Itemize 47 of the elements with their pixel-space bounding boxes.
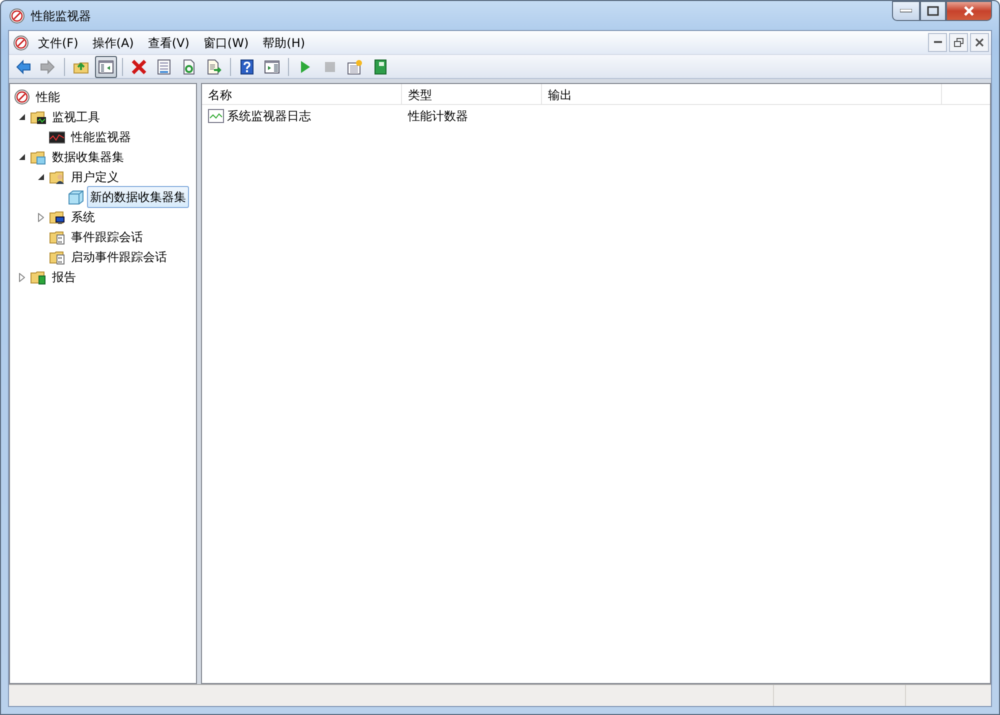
tree-item[interactable]: 用户定义 — [68, 166, 122, 188]
maximize-button[interactable] — [920, 1, 946, 21]
close-button[interactable] — [946, 1, 992, 21]
tree-item[interactable]: 系统 — [68, 206, 98, 228]
cube-icon — [68, 189, 84, 205]
tree-item[interactable]: 性能 — [33, 86, 63, 108]
tree-item[interactable]: 事件跟踪会话 — [68, 226, 146, 248]
tree-item[interactable]: 报告 — [49, 266, 79, 288]
tree-item[interactable]: 启动事件跟踪会话 — [68, 246, 170, 268]
window-title: 性能监视器 — [31, 8, 91, 24]
folder-user-icon — [49, 169, 65, 185]
restore-icon — [954, 38, 964, 48]
column-header[interactable]: 类型 — [402, 84, 542, 104]
close-button[interactable] — [970, 33, 989, 52]
line-chart-icon — [49, 129, 65, 145]
table-cell[interactable]: 系统监视器日志 — [227, 107, 311, 125]
maximize-icon — [927, 6, 939, 16]
minimize-button[interactable] — [892, 1, 920, 21]
column-header[interactable]: 输出 — [542, 84, 942, 104]
folder-document-icon — [49, 229, 65, 245]
folder-cube-icon — [30, 149, 46, 165]
restore-button[interactable] — [949, 33, 968, 52]
menu-item[interactable]: 文件(F) — [31, 32, 86, 54]
menu-item[interactable]: 查看(V) — [140, 32, 196, 54]
minimize-icon — [900, 9, 912, 13]
menu-item[interactable]: 窗口(W) — [196, 32, 256, 54]
menu-item[interactable]: 帮助(H) — [256, 32, 312, 54]
close-icon — [963, 6, 975, 16]
close-icon — [975, 38, 984, 47]
tree-item[interactable]: 性能监视器 — [68, 126, 134, 148]
column-header[interactable]: 名称 — [202, 84, 402, 104]
folder-chart-icon — [30, 109, 46, 125]
tree-item[interactable]: 监视工具 — [49, 106, 103, 128]
table-cell-text: 性能计数器 — [408, 108, 468, 125]
minimize-button[interactable] — [928, 33, 947, 52]
gauge-icon — [9, 8, 25, 24]
gauge-icon[interactable] — [13, 34, 29, 50]
menu-item[interactable]: 操作(A) — [85, 32, 141, 54]
folder-report-icon — [30, 269, 46, 285]
minimize-icon — [934, 41, 942, 44]
folder-computer-icon — [49, 209, 65, 225]
folder-document-icon — [49, 249, 65, 265]
chart-log-icon — [208, 109, 224, 123]
gauge-icon — [14, 89, 30, 105]
console-tree-icon[interactable] — [95, 56, 117, 78]
tree-item[interactable]: 新的数据收集器集 — [87, 186, 189, 208]
tree-item[interactable]: 数据收集器集 — [49, 146, 127, 168]
